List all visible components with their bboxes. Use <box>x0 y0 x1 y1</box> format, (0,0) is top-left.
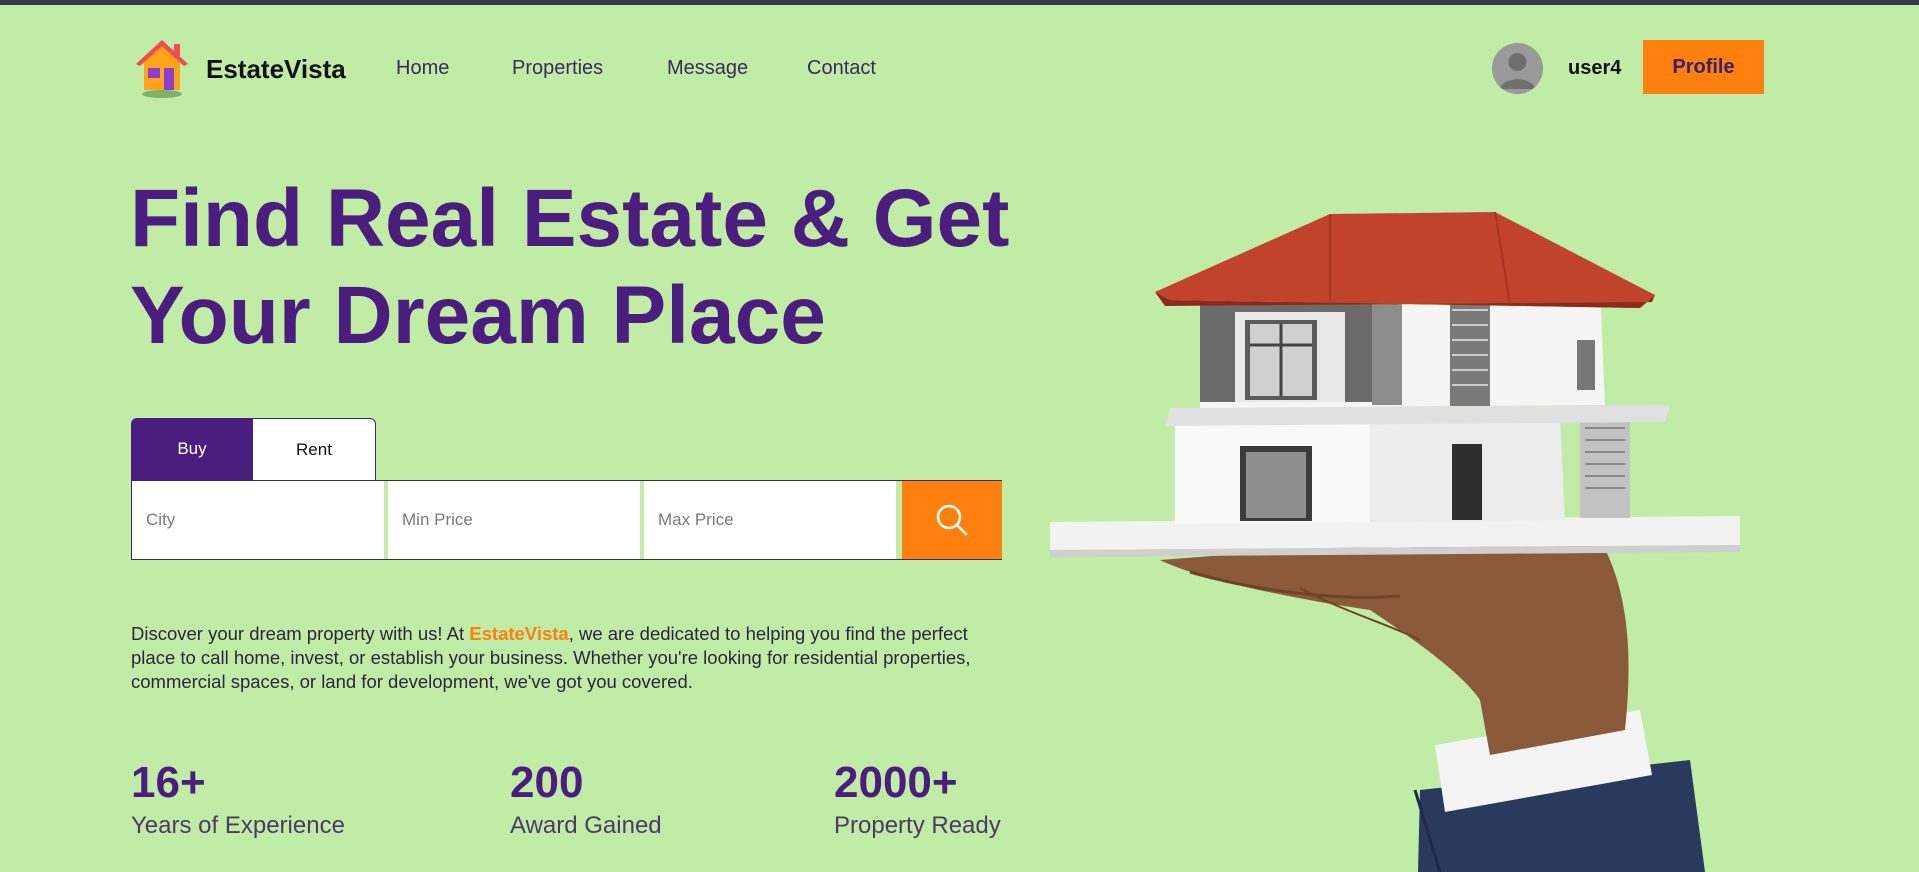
tab-rent[interactable]: Rent <box>253 418 376 480</box>
nav-link-home[interactable]: Home <box>396 57 449 80</box>
hero-title-line1: Find Real Estate & Get <box>130 173 1010 264</box>
max-price-input[interactable] <box>644 481 896 559</box>
search-form <box>131 480 1002 560</box>
brand-name[interactable]: EstateVista <box>206 54 346 85</box>
hero-title-line2: Your Dream Place <box>130 270 826 361</box>
stat-label-properties: Property Ready <box>834 812 1001 839</box>
hero-house-in-hand-image <box>1040 200 1760 872</box>
house-logo-icon[interactable] <box>134 38 190 100</box>
hero-description: Discover your dream property with us! At… <box>131 622 1011 694</box>
stat-value-awards: 200 <box>510 758 584 807</box>
user-avatar-icon <box>1492 43 1543 94</box>
stat-value-properties: 2000+ <box>834 758 958 807</box>
description-brand-highlight: EstateVista <box>469 623 569 644</box>
min-price-input[interactable] <box>388 481 640 559</box>
search-icon <box>936 504 968 536</box>
nav-link-contact[interactable]: Contact <box>807 57 876 80</box>
stat-label-awards: Award Gained <box>510 812 662 839</box>
profile-button[interactable]: Profile <box>1643 40 1764 94</box>
tab-buy[interactable]: Buy <box>131 418 253 480</box>
stat-value-experience: 16+ <box>131 758 206 807</box>
hero-title: Find Real Estate & Get Your Dream Place <box>130 170 1030 364</box>
nav-link-properties[interactable]: Properties <box>512 57 603 80</box>
nav-link-message[interactable]: Message <box>667 57 748 80</box>
city-input[interactable] <box>132 481 384 559</box>
stat-label-experience: Years of Experience <box>131 812 345 839</box>
top-border <box>0 0 1919 5</box>
username: user4 <box>1568 57 1622 79</box>
avatar[interactable] <box>1492 43 1543 94</box>
search-button[interactable] <box>902 481 1002 559</box>
description-text-start: Discover your dream property with us! At <box>131 623 470 644</box>
